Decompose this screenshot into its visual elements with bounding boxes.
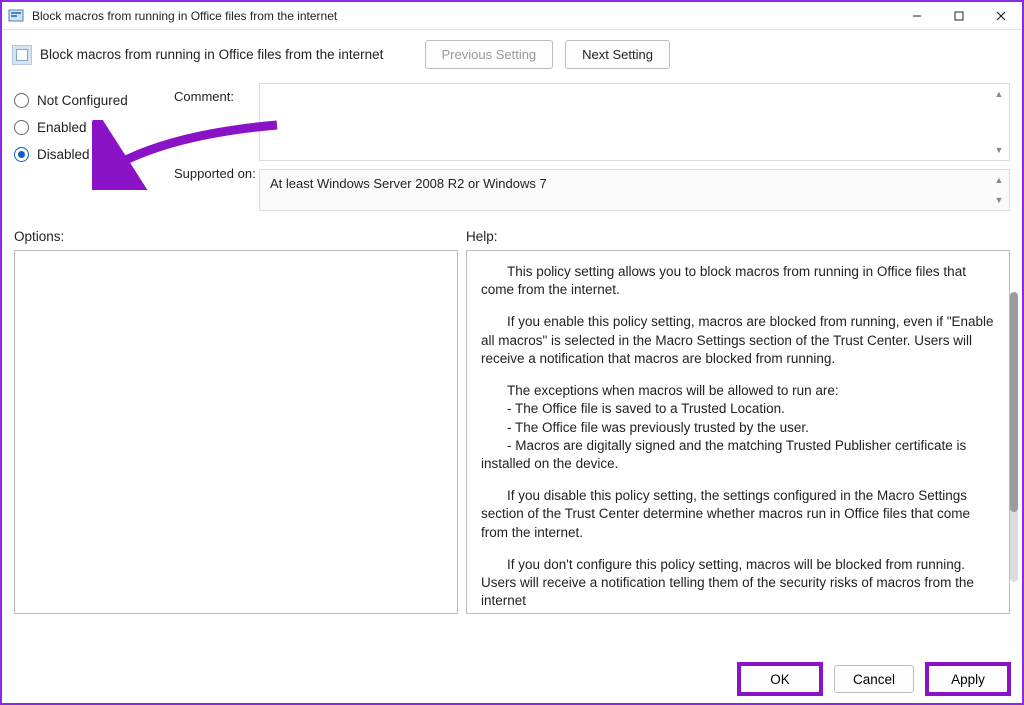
comment-label: Comment:	[174, 89, 259, 104]
nav-buttons: Previous Setting Next Setting	[425, 40, 671, 69]
scrollbar-thumb[interactable]	[1010, 292, 1018, 512]
radio-icon	[14, 147, 29, 162]
title-bar: Block macros from running in Office file…	[2, 2, 1022, 30]
state-section: Not Configured Enabled Disabled Comment:…	[2, 77, 1022, 211]
scroll-down-icon[interactable]: ▼	[993, 194, 1005, 206]
radio-label: Not Configured	[37, 93, 128, 108]
policy-title: Block macros from running in Office file…	[40, 47, 425, 62]
minimize-button[interactable]	[896, 2, 938, 30]
close-button[interactable]	[980, 2, 1022, 30]
app-icon	[8, 8, 24, 24]
help-text: If you don't configure this policy setti…	[481, 556, 995, 611]
supported-on-box: At least Windows Server 2008 R2 or Windo…	[259, 169, 1010, 211]
window-buttons	[896, 2, 1022, 30]
field-values: ▲ ▼ At least Windows Server 2008 R2 or W…	[259, 77, 1010, 211]
supported-label: Supported on:	[174, 166, 259, 181]
policy-icon	[12, 45, 32, 65]
radio-icon	[14, 93, 29, 108]
scroll-up-icon[interactable]: ▲	[993, 174, 1005, 186]
split-body: This policy setting allows you to block …	[2, 250, 1022, 614]
highlight-apply: Apply	[928, 665, 1008, 693]
highlight-ok: OK	[740, 665, 820, 693]
help-line: - The Office file is saved to a Trusted …	[481, 400, 995, 418]
help-panel: This policy setting allows you to block …	[466, 250, 1010, 614]
scroll-up-icon[interactable]: ▲	[993, 88, 1005, 100]
apply-button[interactable]: Apply	[928, 665, 1008, 693]
help-label: Help:	[466, 229, 498, 244]
help-text: The exceptions when macros will be allow…	[481, 382, 995, 473]
help-line: - The Office file was previously trusted…	[481, 419, 995, 437]
help-line: The exceptions when macros will be allow…	[481, 382, 995, 400]
maximize-button[interactable]	[938, 2, 980, 30]
scroll-down-icon[interactable]: ▼	[993, 144, 1005, 156]
footer-buttons: OK Cancel Apply	[740, 665, 1008, 693]
help-text: If you disable this policy setting, the …	[481, 487, 995, 542]
options-label: Options:	[14, 229, 466, 244]
comment-textarea[interactable]: ▲ ▼	[259, 83, 1010, 161]
radio-disabled[interactable]: Disabled	[14, 147, 174, 162]
radio-enabled[interactable]: Enabled	[14, 120, 174, 135]
split-labels: Options: Help:	[2, 211, 1022, 250]
radio-not-configured[interactable]: Not Configured	[14, 93, 174, 108]
help-line: - Macros are digitally signed and the ma…	[481, 437, 995, 473]
previous-setting-button[interactable]: Previous Setting	[425, 40, 554, 69]
next-setting-button[interactable]: Next Setting	[565, 40, 670, 69]
ok-button[interactable]: OK	[740, 665, 820, 693]
radio-icon	[14, 120, 29, 135]
radio-label: Disabled	[37, 147, 90, 162]
options-panel	[14, 250, 458, 614]
cancel-button[interactable]: Cancel	[834, 665, 914, 693]
window-title: Block macros from running in Office file…	[32, 9, 896, 23]
vertical-scrollbar[interactable]	[1010, 292, 1018, 582]
help-text: This policy setting allows you to block …	[481, 263, 995, 299]
radio-label: Enabled	[37, 120, 87, 135]
help-text: If you enable this policy setting, macro…	[481, 313, 995, 368]
field-labels: Comment: Supported on:	[174, 77, 259, 211]
header: Block macros from running in Office file…	[2, 30, 1022, 77]
supported-on-text: At least Windows Server 2008 R2 or Windo…	[270, 176, 547, 191]
state-radios: Not Configured Enabled Disabled	[14, 77, 174, 211]
